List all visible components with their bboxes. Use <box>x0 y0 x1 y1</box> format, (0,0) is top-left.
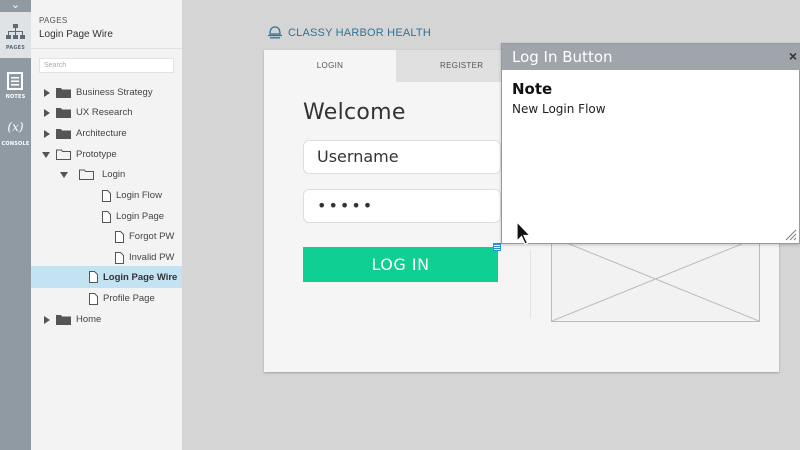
note-heading: Note <box>512 80 553 98</box>
tree-item-label: Login Page Wire <box>103 272 178 283</box>
page-icon <box>102 211 111 223</box>
console-rail-button[interactable]: (x) CONSOLE <box>0 110 31 156</box>
username-field[interactable]: Username <box>303 140 501 174</box>
notes-icon <box>7 72 23 90</box>
tree-item-label: Invalid PW <box>129 252 175 263</box>
page-icon <box>89 271 98 283</box>
pages-rail-label: PAGES <box>5 45 26 51</box>
panel-header-label: PAGES <box>39 16 68 25</box>
note-popup: Log In Button × Note New Login Flow <box>501 43 800 244</box>
note-marker-icon[interactable] <box>493 243 501 251</box>
notes-rail-label: NOTES <box>5 94 26 100</box>
folder-icon <box>56 129 71 139</box>
note-body: New Login Flow <box>512 102 606 116</box>
tree-item-label: Login <box>102 169 126 180</box>
tree-item-home[interactable]: Home <box>31 310 182 330</box>
note-popup-title: Log In Button <box>512 48 613 66</box>
collapse-chevron-icon[interactable]: ⌄ <box>0 0 31 12</box>
tree-item-label: Home <box>76 314 102 325</box>
page-icon <box>115 252 124 264</box>
tree-item-login[interactable]: Login <box>31 165 182 185</box>
folder-icon <box>56 108 71 118</box>
resize-handle-icon[interactable] <box>785 229 797 241</box>
tree-item-label: Forgot PW <box>129 231 175 242</box>
login-button[interactable]: LOG IN <box>303 247 498 282</box>
expand-arrow-icon[interactable] <box>44 89 50 97</box>
console-icon: (x) <box>7 120 24 134</box>
open-folder-icon <box>56 149 71 160</box>
tab-register-label: REGISTER <box>440 61 484 70</box>
tree-item-business-strategy[interactable]: Business Strategy <box>31 83 182 103</box>
open-folder-icon <box>79 169 94 180</box>
tree-item-forgot-pw[interactable]: Forgot PW <box>31 227 182 247</box>
tree-item-label: Login Flow <box>116 190 162 201</box>
tree-item-login-flow[interactable]: Login Flow <box>31 186 182 206</box>
close-icon[interactable]: × <box>789 49 797 63</box>
search-input[interactable]: Search <box>39 58 174 73</box>
welcome-heading: Welcome <box>303 100 406 125</box>
pages-panel: PAGES Login Page Wire Search Business St… <box>31 0 182 450</box>
collapse-arrow-icon[interactable] <box>60 172 68 178</box>
tree-item-login-page[interactable]: Login Page <box>31 207 182 227</box>
tree-item-login-page-wire[interactable]: Login Page Wire <box>31 266 182 288</box>
tree-item-label: Business Strategy <box>76 87 153 98</box>
folder-icon <box>56 88 71 98</box>
expand-arrow-icon[interactable] <box>44 316 50 324</box>
image-placeholder-icon <box>551 236 760 322</box>
tree-item-label: Profile Page <box>103 293 155 304</box>
note-popup-header[interactable]: Log In Button × <box>502 44 800 70</box>
tree-item-ux-research[interactable]: UX Research <box>31 103 182 123</box>
console-rail-label: CONSOLE <box>1 141 30 147</box>
bell-logo-icon <box>268 26 282 39</box>
tree-item-label: UX Research <box>76 107 133 118</box>
sitemap-icon <box>6 24 25 39</box>
page-icon <box>102 190 111 202</box>
mouse-cursor-icon <box>516 221 532 245</box>
tree-item-label: Login Page <box>116 211 165 222</box>
brand-name: CLASSY HARBOR HEALTH <box>288 27 431 39</box>
panel-title: Login Page Wire <box>39 29 113 40</box>
pages-rail-button[interactable]: PAGES <box>0 12 31 58</box>
expand-arrow-icon[interactable] <box>44 109 50 117</box>
tree-item-architecture[interactable]: Architecture <box>31 124 182 144</box>
tree-item-prototype[interactable]: Prototype <box>31 145 182 165</box>
tree-item-label: Prototype <box>76 149 117 160</box>
password-field[interactable]: ••••• <box>303 189 501 223</box>
vertical-divider <box>530 250 531 318</box>
expand-arrow-icon[interactable] <box>44 130 50 138</box>
tree-item-label: Architecture <box>76 128 127 139</box>
page-icon <box>89 293 98 305</box>
page-icon <box>115 231 124 243</box>
panel-divider <box>31 48 182 49</box>
collapse-arrow-icon[interactable] <box>42 152 50 158</box>
folder-icon <box>56 315 71 325</box>
tab-login[interactable]: LOGIN <box>264 50 396 82</box>
tree-item-invalid-pw[interactable]: Invalid PW <box>31 248 182 268</box>
image-placeholder <box>551 236 760 322</box>
tree-item-profile-page[interactable]: Profile Page <box>31 289 182 309</box>
notes-rail-button[interactable]: NOTES <box>0 62 31 108</box>
left-icon-rail: ⌄ PAGES NOTES (x) CONSOLE <box>0 0 31 450</box>
